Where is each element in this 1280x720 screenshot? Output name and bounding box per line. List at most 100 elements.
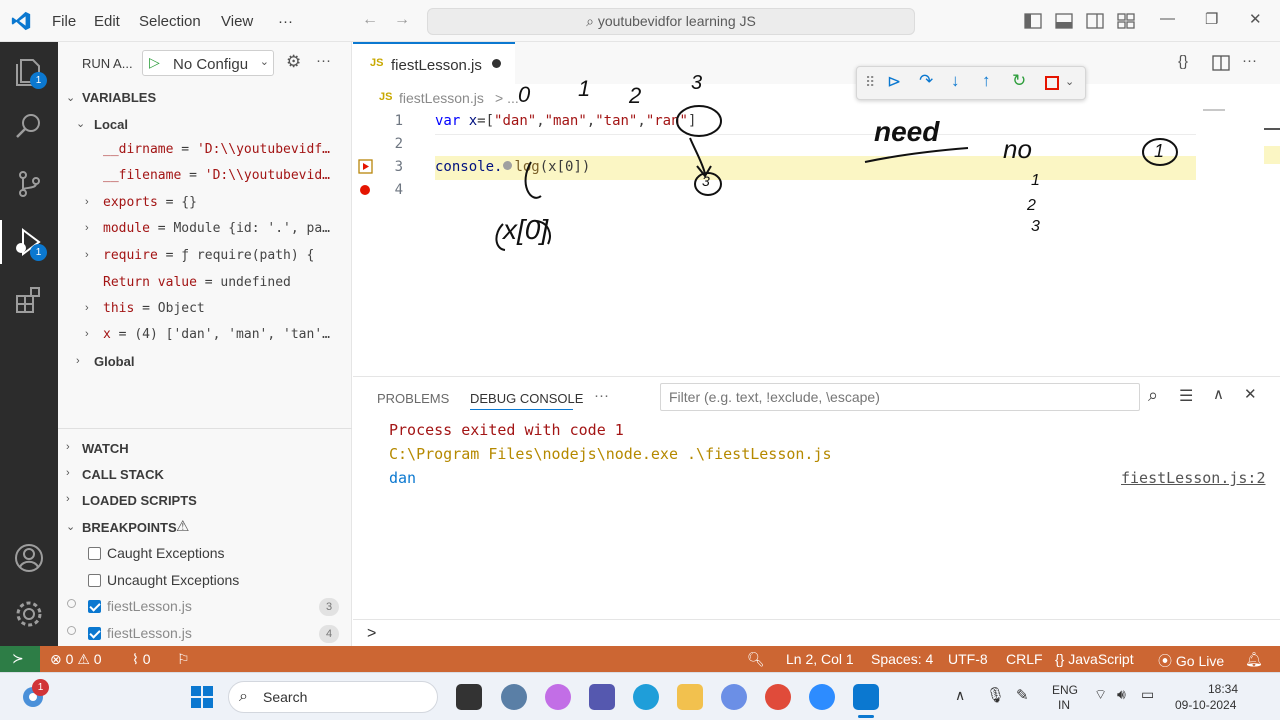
variable-filename[interactable]: __filename = 'D:\\youtubevid… — [103, 168, 351, 183]
notifications-bell-icon[interactable]: 🔔︎ — [1245, 651, 1263, 668]
chevron-down-icon[interactable]: ⌄ — [1065, 75, 1074, 88]
split-editor-icon[interactable] — [1212, 54, 1230, 72]
chevron-down-icon[interactable]: ⌄ — [66, 520, 75, 533]
console-filter-input[interactable]: Filter (e.g. text, !exclude, \escape) — [660, 383, 1140, 411]
braces-icon[interactable]: {} — [1178, 53, 1188, 70]
clock-time[interactable]: 18:34 — [1208, 682, 1238, 696]
checkbox[interactable] — [88, 600, 101, 613]
vscode-app-icon[interactable] — [853, 684, 879, 710]
encoding[interactable]: UTF-8 — [948, 651, 988, 667]
toggle-panel-icon[interactable] — [1055, 12, 1073, 30]
search-icon[interactable] — [13, 110, 45, 142]
launch-config-select[interactable]: ▷ No Configu ⌄ — [142, 50, 274, 76]
variable-exports[interactable]: exports = {} — [103, 195, 351, 210]
call-stack-header[interactable]: CALL STACK — [82, 467, 164, 482]
more-actions-icon[interactable]: ··· — [316, 52, 331, 69]
restore-icon[interactable]: ❐ — [1205, 10, 1218, 28]
chevron-right-icon[interactable]: › — [85, 249, 89, 261]
variable-return-value[interactable]: Return value = undefined — [103, 275, 351, 290]
indentation[interactable]: Spaces: 4 — [871, 651, 933, 667]
end-of-line[interactable]: CRLF — [1006, 651, 1043, 667]
code-editor[interactable]: JS fiestLesson.js > ... 1 2 3 4 var x=["… — [353, 66, 1280, 376]
forward-arrow-icon[interactable]: → — [394, 11, 410, 29]
tab-problems[interactable]: PROBLEMS — [377, 391, 449, 406]
clock-date[interactable]: 09-10-2024 — [1175, 698, 1236, 712]
chevron-right-icon[interactable]: › — [66, 441, 70, 453]
clear-console-icon[interactable]: ☰ — [1179, 386, 1193, 406]
gear-icon[interactable]: ⚙ — [286, 52, 301, 72]
global-scope[interactable]: Global — [94, 354, 134, 369]
show-hidden-icons-icon[interactable]: ∧ — [955, 687, 965, 704]
input-language[interactable]: ENG — [1052, 683, 1078, 697]
checkbox[interactable] — [88, 574, 101, 587]
menu-file[interactable]: File — [52, 13, 76, 30]
breakpoint-line-4[interactable]: fiestLesson.js — [88, 625, 192, 641]
file-explorer-icon[interactable] — [677, 684, 703, 710]
settings-gear-icon[interactable] — [13, 598, 45, 630]
chevron-right-icon[interactable]: › — [66, 493, 70, 505]
problems-status[interactable]: ⊗ 0 ⚠ 0 — [50, 651, 102, 668]
pen-icon[interactable]: ✎ — [1016, 686, 1029, 704]
checkbox[interactable] — [88, 547, 101, 560]
variable-dirname[interactable]: __dirname = 'D:\\youtubevidf… — [103, 142, 351, 157]
settings-app-icon[interactable] — [501, 684, 527, 710]
continue-icon[interactable]: ⊳ — [887, 72, 901, 92]
menu-more[interactable]: ··· — [278, 13, 293, 30]
variable-this[interactable]: this = Object — [103, 301, 351, 316]
unsaved-dot-icon[interactable] — [492, 59, 501, 68]
minimize-icon[interactable]: — — [1160, 10, 1175, 27]
task-view-icon[interactable] — [456, 684, 482, 710]
battery-icon[interactable]: ▭ — [1141, 686, 1154, 703]
wifi-icon[interactable]: ⌔ — [1094, 686, 1107, 704]
step-into-icon[interactable]: ↓ — [951, 71, 960, 91]
account-icon[interactable] — [13, 542, 45, 574]
chevron-right-icon[interactable]: › — [66, 467, 70, 479]
loaded-scripts-header[interactable]: LOADED SCRIPTS — [82, 493, 197, 508]
toggle-secondary-sidebar-icon[interactable] — [1086, 12, 1104, 30]
console-input[interactable] — [383, 622, 1263, 644]
breakpoint-line-3[interactable]: fiestLesson.js — [88, 598, 192, 614]
remote-indicator[interactable]: ≻ — [0, 646, 40, 672]
drag-handle-icon[interactable]: ⠿ — [865, 74, 875, 91]
menu-edit[interactable]: Edit — [94, 13, 120, 30]
chevron-right-icon[interactable]: › — [85, 222, 89, 234]
cursor-position[interactable]: Ln 2, Col 1 — [786, 651, 854, 667]
microphone-icon[interactable]: 🎙︎ — [986, 686, 1005, 704]
chevron-right-icon[interactable]: › — [85, 302, 89, 314]
customize-layout-icon[interactable] — [1117, 12, 1135, 30]
debug-status-icon[interactable]: ⚐ — [177, 651, 190, 668]
variable-module[interactable]: module = Module {id: '.', pa… — [103, 221, 351, 236]
chevron-right-icon[interactable]: › — [76, 355, 80, 367]
breakpoint-caught-exceptions[interactable]: Caught Exceptions — [88, 545, 225, 561]
local-scope[interactable]: Local — [94, 117, 128, 132]
menu-view[interactable]: View — [221, 13, 253, 30]
taskbar-search[interactable]: ⌕ Search — [228, 681, 438, 713]
restart-icon[interactable]: ↻ — [1012, 71, 1026, 91]
toggle-sidebar-icon[interactable] — [1024, 12, 1042, 30]
source-link[interactable]: fiestLesson.js:2 — [1121, 469, 1266, 487]
search-icon[interactable]: ⌕ — [1148, 385, 1158, 406]
chevron-right-icon[interactable]: › — [85, 196, 89, 208]
step-out-icon[interactable]: ↑ — [982, 71, 991, 91]
chevron-down-icon[interactable]: ⌄ — [66, 91, 75, 104]
ports-status[interactable]: ⌇ 0 — [132, 651, 151, 668]
extensions-icon[interactable] — [13, 284, 45, 316]
input-region[interactable]: IN — [1058, 698, 1070, 712]
chevron-right-icon[interactable]: › — [85, 328, 89, 340]
zoom-app-icon[interactable] — [809, 684, 835, 710]
start-debugging-icon[interactable]: ▷ — [149, 54, 160, 71]
copilot-icon[interactable] — [545, 684, 571, 710]
chevron-down-icon[interactable]: ⌄ — [76, 117, 85, 130]
checkbox[interactable] — [88, 627, 101, 640]
go-live-button[interactable]: ⦿ Go Live — [1158, 651, 1224, 671]
edge-icon[interactable] — [633, 684, 659, 710]
editor-tab[interactable]: JS fiestLesson.js — [353, 42, 515, 84]
variable-require[interactable]: require = ƒ require(path) { — [103, 248, 351, 263]
panel-more-icon[interactable]: ··· — [594, 387, 609, 404]
copilot-app-icon[interactable] — [721, 684, 747, 710]
variable-x[interactable]: x = (4) ['dan', 'man', 'tan'… — [103, 327, 351, 342]
breakpoints-header[interactable]: BREAKPOINTS — [82, 520, 177, 535]
command-center-search[interactable]: ⌕ youtubevidfor learning JS — [427, 8, 915, 35]
close-window-icon[interactable]: ✕ — [1249, 10, 1262, 28]
step-over-icon[interactable]: ↷ — [919, 71, 933, 91]
